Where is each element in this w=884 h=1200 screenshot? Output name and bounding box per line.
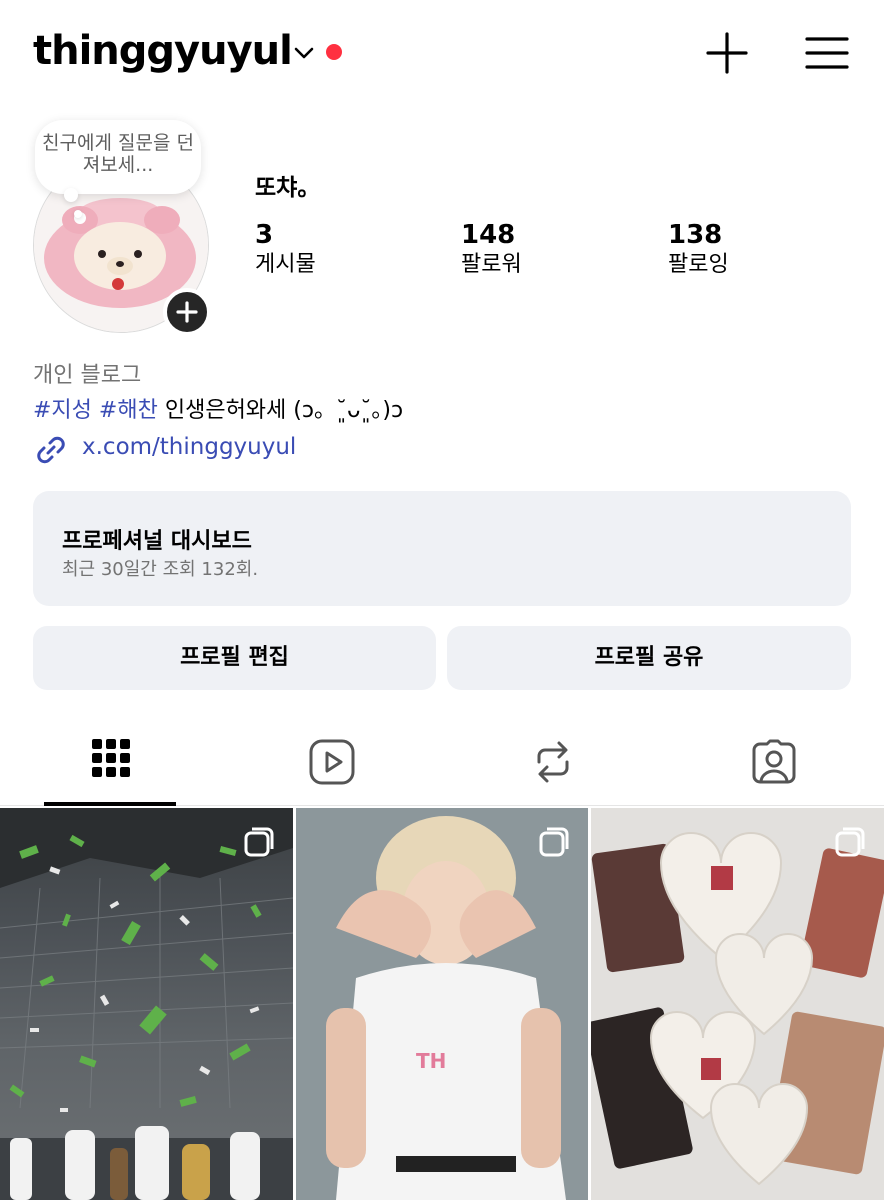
- reels-icon: [309, 739, 354, 785]
- edit-profile-button[interactable]: 프로필 편집: [33, 626, 436, 690]
- posts-grid: TH: [0, 808, 884, 1200]
- stat-following-label: 팔로잉: [668, 252, 729, 277]
- dashboard-title: 프로페셔널 대시보드: [62, 529, 252, 554]
- multi-post-icon: [539, 827, 569, 857]
- tab-posts-grid[interactable]: [0, 716, 221, 806]
- professional-dashboard[interactable]: 프로페셔널 대시보드 최근 30일간 조회 132회.: [33, 491, 851, 606]
- link-icon: [37, 436, 65, 464]
- svg-text:TH: TH: [416, 1049, 446, 1073]
- tab-reposts[interactable]: [442, 716, 663, 806]
- display-name: 또챠。: [255, 175, 321, 201]
- notification-dot: [326, 44, 342, 60]
- idol-heart-photo: TH: [296, 808, 588, 1200]
- photocards-heart-cases-photo: [591, 808, 884, 1200]
- profile-bio: #지성 #해찬 인생은허와세 (ɔ。˘͈ᴗ˘͈。)ɔ: [33, 392, 403, 424]
- bio-text: 인생은허와세 (ɔ。˘͈ᴗ˘͈。)ɔ: [164, 398, 404, 423]
- hashtag-link[interactable]: #해찬: [99, 398, 158, 423]
- active-tab-indicator: [44, 802, 176, 806]
- tab-reels[interactable]: [221, 716, 442, 806]
- grid-icon: [91, 739, 130, 777]
- stat-following-count: 138: [668, 220, 723, 250]
- stat-followers-label: 팔로워: [461, 252, 522, 277]
- note-bubble[interactable]: 친구에게 질문을 던져보세...: [35, 120, 201, 194]
- post-thumbnail[interactable]: [591, 808, 884, 1200]
- create-plus-icon[interactable]: [704, 30, 750, 76]
- stat-followers-count: 148: [461, 220, 516, 250]
- plus-icon: [176, 301, 198, 323]
- concert-confetti-photo: [0, 808, 293, 1200]
- stat-followers[interactable]: 148 팔로워: [461, 220, 522, 280]
- post-thumbnail[interactable]: TH: [296, 808, 588, 1200]
- hashtag-link[interactable]: #지성: [33, 398, 92, 423]
- multi-post-icon: [835, 827, 865, 857]
- stat-posts[interactable]: 3 게시물: [255, 220, 316, 280]
- note-bubble-tail: [64, 188, 78, 202]
- username-switcher[interactable]: thinggyuyul: [33, 28, 293, 74]
- add-story-button[interactable]: [163, 288, 211, 336]
- multi-post-icon: [244, 827, 274, 857]
- link-text[interactable]: x.com/thinggyuyul: [82, 434, 296, 460]
- profile-header: thinggyuyul: [0, 0, 884, 105]
- chevron-down-icon[interactable]: [291, 40, 317, 66]
- post-thumbnail[interactable]: [0, 808, 293, 1200]
- tagged-icon: [752, 739, 795, 784]
- profile-category: 개인 블로그: [33, 363, 142, 388]
- reposts-icon: [537, 741, 568, 783]
- share-profile-button[interactable]: 프로필 공유: [447, 626, 851, 690]
- note-bubble-tail-dot: [74, 210, 82, 218]
- stat-posts-label: 게시물: [255, 252, 316, 277]
- tab-tagged[interactable]: [663, 716, 884, 806]
- stat-posts-count: 3: [255, 220, 274, 250]
- stat-following[interactable]: 138 팔로잉: [668, 220, 729, 280]
- dashboard-subtitle: 최근 30일간 조회 132회.: [62, 559, 259, 580]
- hamburger-menu-icon[interactable]: [804, 30, 850, 76]
- profile-tabs: [0, 716, 884, 806]
